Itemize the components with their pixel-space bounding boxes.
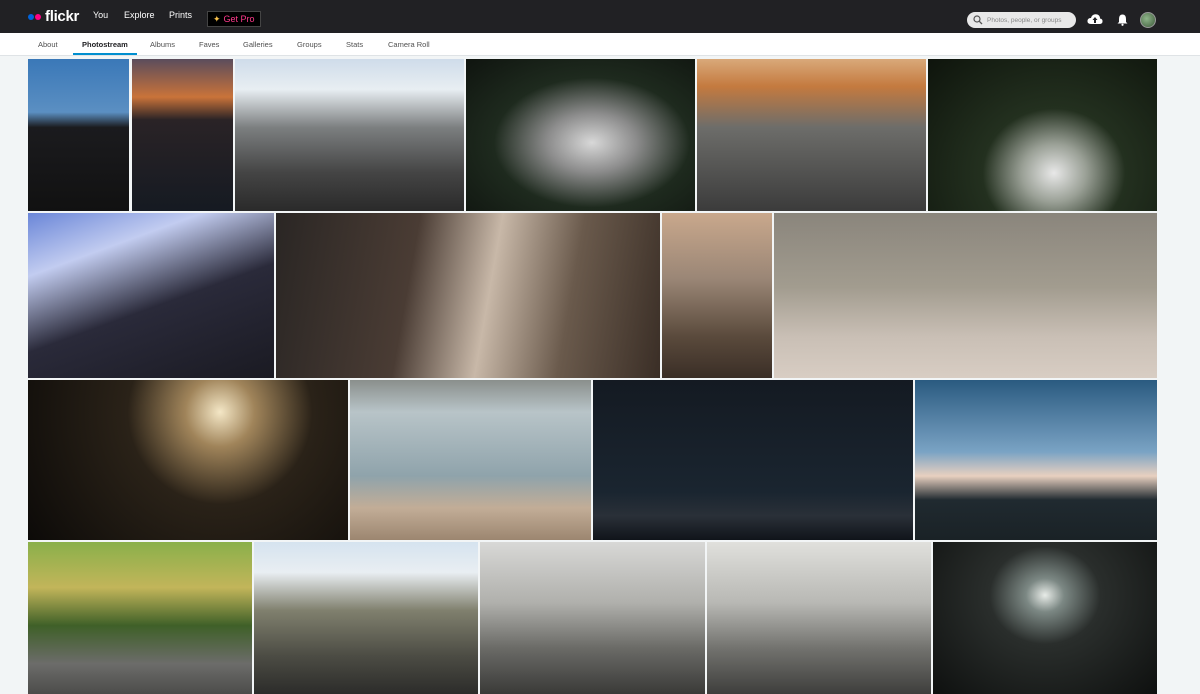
tab-albums[interactable]: Albums — [150, 40, 175, 49]
photo-sedan-wall-motion-2[interactable] — [254, 542, 478, 694]
logo-blue-dot — [28, 13, 34, 20]
sparkle-icon: ✦ — [213, 13, 221, 24]
tab-faves[interactable]: Faves — [199, 40, 219, 49]
photo-white-rx7[interactable] — [928, 59, 1157, 211]
photo-black-mr2-garage-2[interactable] — [707, 542, 931, 694]
tab-groups[interactable]: Groups — [297, 40, 322, 49]
photo-water-bottle-portrait[interactable] — [662, 213, 772, 378]
photo-sunset-sea[interactable] — [132, 59, 233, 211]
photo-green-roadster-forest[interactable] — [28, 542, 252, 694]
photo-black-hatchback[interactable] — [28, 59, 129, 211]
tab-camera-roll[interactable]: Camera Roll — [388, 40, 430, 49]
nav-prints[interactable]: Prints — [169, 10, 192, 20]
photo-concert-crowd[interactable] — [933, 542, 1157, 694]
profile-subnav: About Photostream Albums Faves Galleries… — [0, 33, 1200, 56]
search-input[interactable] — [987, 16, 1073, 24]
tab-stats[interactable]: Stats — [346, 40, 363, 49]
avatar[interactable] — [1140, 12, 1156, 28]
tab-photostream[interactable]: Photostream — [82, 40, 128, 49]
tab-galleries[interactable]: Galleries — [243, 40, 273, 49]
logo-text: flickr — [45, 8, 80, 25]
photo-camera-petals[interactable] — [774, 213, 1157, 378]
bell-icon[interactable] — [1117, 14, 1128, 26]
photo-sedan-road-autumn[interactable] — [697, 59, 926, 211]
photo-black-mr2-garage[interactable] — [480, 542, 705, 694]
photo-dusk-shore[interactable] — [915, 380, 1157, 540]
photo-white-celica[interactable] — [466, 59, 695, 211]
search-box[interactable] — [967, 12, 1076, 28]
tab-about[interactable]: About — [38, 40, 58, 49]
nav-explore[interactable]: Explore — [124, 10, 155, 20]
nav-you[interactable]: You — [93, 10, 108, 20]
get-pro-label: Get Pro — [223, 14, 255, 24]
search-icon — [973, 15, 983, 25]
photo-concert-stage[interactable] — [28, 380, 348, 540]
photo-beach-walkers[interactable] — [350, 380, 591, 540]
photo-cafe-portrait[interactable] — [276, 213, 660, 378]
photo-sedan-wall-motion[interactable] — [235, 59, 464, 211]
photo-night-sky[interactable] — [593, 380, 913, 540]
photo-club-group[interactable] — [28, 213, 274, 378]
upload-icon[interactable] — [1087, 13, 1103, 26]
top-bar: flickr You Explore Prints ✦ Get Pro — [0, 0, 1200, 33]
flickr-logo[interactable]: flickr — [28, 8, 79, 25]
active-tab-indicator — [73, 53, 137, 55]
get-pro-button[interactable]: ✦ Get Pro — [207, 11, 261, 27]
logo-pink-dot — [35, 13, 41, 20]
